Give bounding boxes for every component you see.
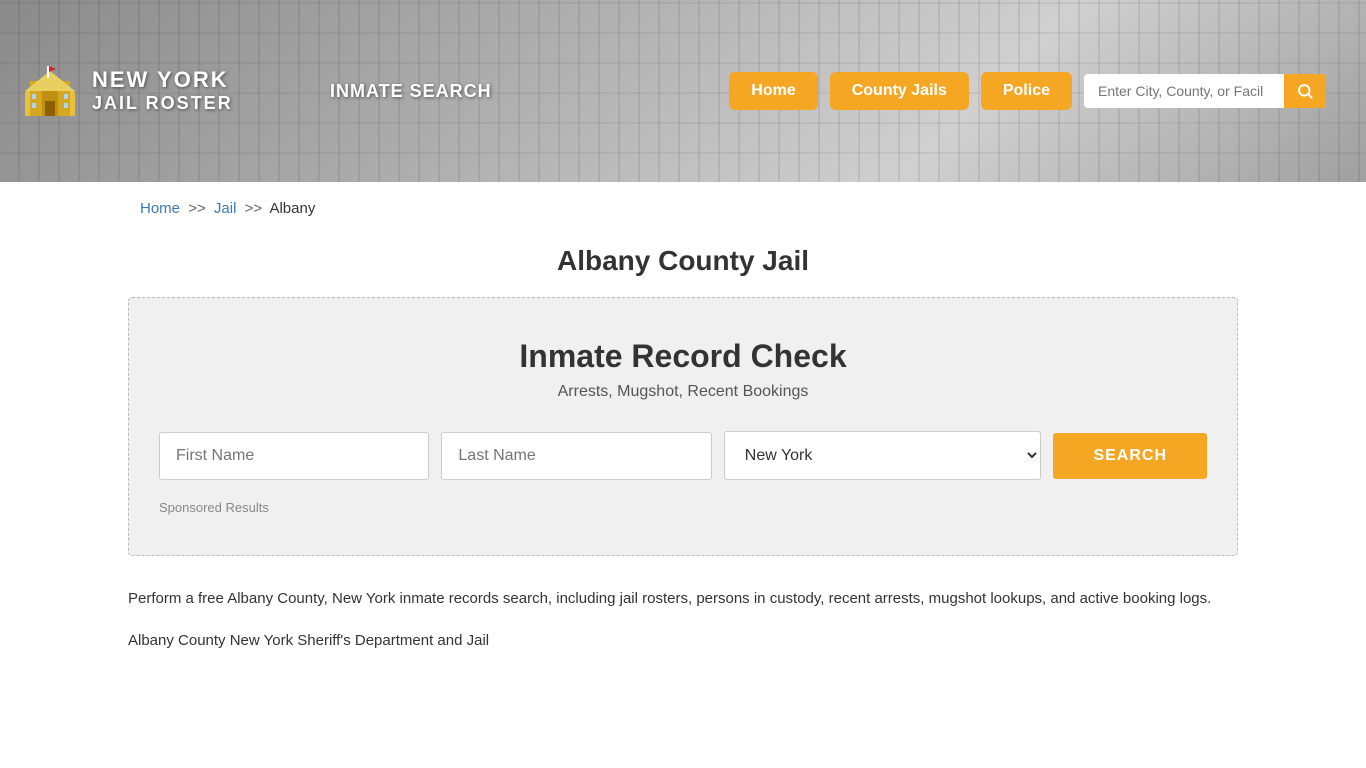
body-paragraph-2-text: Albany County New York Sheriff's Departm… xyxy=(128,632,489,649)
body-paragraph-1: Perform a free Albany County, New York i… xyxy=(128,586,1238,612)
inmate-search-label: INMATE SEARCH xyxy=(330,81,492,102)
search-icon xyxy=(1296,82,1314,100)
sponsored-results-label: Sponsored Results xyxy=(159,500,1207,515)
body-paragraph-2: Albany County New York Sheriff's Departm… xyxy=(128,628,1238,654)
breadcrumb-sep-1: >> xyxy=(188,200,206,217)
header-search-area xyxy=(1084,74,1326,108)
breadcrumb-home[interactable]: Home xyxy=(140,200,180,217)
logo-area: NEW YORK JAIL ROSTER xyxy=(20,61,290,121)
search-submit-button[interactable]: SEARCH xyxy=(1053,433,1207,479)
header-search-input[interactable] xyxy=(1084,75,1284,107)
body-text-section: Perform a free Albany County, New York i… xyxy=(128,586,1238,653)
record-check-box: Inmate Record Check Arrests, Mugshot, Re… xyxy=(128,297,1238,556)
logo-jail-roster: JAIL ROSTER xyxy=(92,93,233,114)
header-search-button[interactable] xyxy=(1284,74,1326,108)
logo-icon xyxy=(20,61,80,121)
logo-new-york: NEW YORK xyxy=(92,68,233,92)
nav-county-jails-button[interactable]: County Jails xyxy=(830,72,969,110)
first-name-input[interactable] xyxy=(159,432,429,480)
breadcrumb-jail[interactable]: Jail xyxy=(214,200,237,217)
record-check-title: Inmate Record Check xyxy=(159,338,1207,375)
search-form-row: AlabamaAlaskaArizonaArkansasCaliforniaCo… xyxy=(159,431,1207,480)
breadcrumb: Home >> Jail >> Albany xyxy=(0,182,1366,235)
logo-text: NEW YORK JAIL ROSTER xyxy=(92,68,233,113)
breadcrumb-current: Albany xyxy=(269,200,315,217)
page-title: Albany County Jail xyxy=(0,245,1366,277)
main-nav: Home County Jails Police xyxy=(729,72,1326,110)
last-name-input[interactable] xyxy=(441,432,711,480)
breadcrumb-sep-2: >> xyxy=(245,200,263,217)
state-select[interactable]: AlabamaAlaskaArizonaArkansasCaliforniaCo… xyxy=(724,431,1042,480)
page-title-section: Albany County Jail xyxy=(0,245,1366,277)
nav-police-button[interactable]: Police xyxy=(981,72,1072,110)
record-check-subtitle: Arrests, Mugshot, Recent Bookings xyxy=(159,383,1207,401)
site-header: NEW YORK JAIL ROSTER INMATE SEARCH Home … xyxy=(0,0,1366,182)
nav-home-button[interactable]: Home xyxy=(729,72,817,110)
